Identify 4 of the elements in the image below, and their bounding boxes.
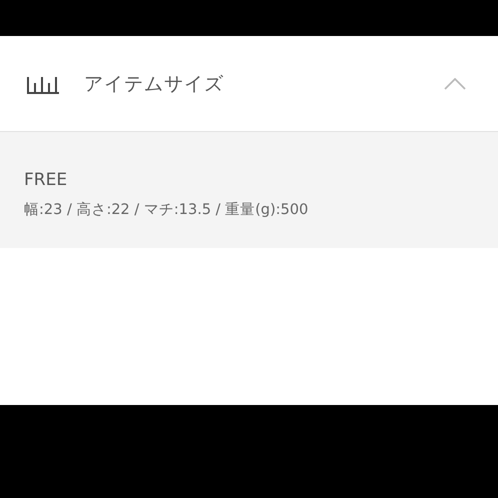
chevron-icon[interactable]	[444, 78, 466, 90]
size-name: FREE	[24, 170, 68, 190]
section-title: アイテムサイズ	[84, 72, 225, 96]
size-details: 幅:23 / 高さ:22 / マチ:13.5 / 重量(g):500	[24, 200, 310, 219]
